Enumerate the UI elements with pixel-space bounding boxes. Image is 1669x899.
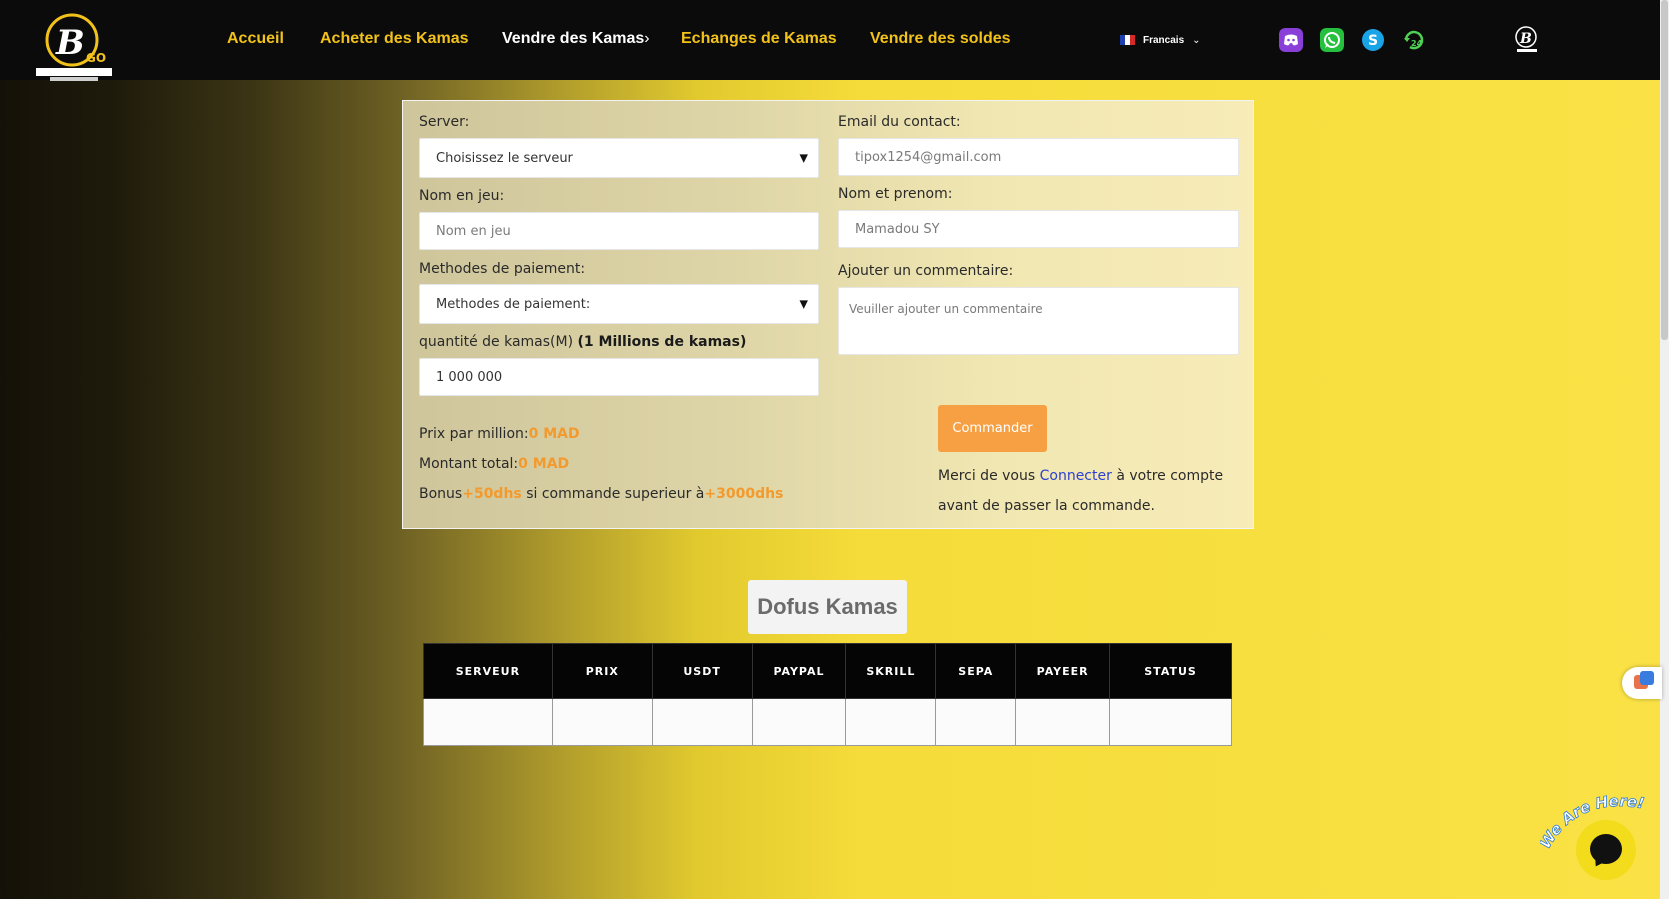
commander-button[interactable]: Commander xyxy=(938,405,1047,452)
quantity-input[interactable]: 1 000 000 xyxy=(419,358,819,396)
email-field[interactable]: tipox1254@gmail.com xyxy=(838,138,1239,176)
login-note-prefix: Merci de vous xyxy=(938,468,1040,484)
empty-cell xyxy=(651,698,753,746)
connect-link[interactable]: Connecter xyxy=(1040,468,1112,484)
chevron-down-icon: ▼ xyxy=(799,297,808,311)
login-note-line2: avant de passer la commande. xyxy=(938,498,1155,514)
nav-accueil[interactable]: Accueil xyxy=(227,30,284,48)
svg-text:B: B xyxy=(1519,31,1532,47)
total-value: 0 MAD xyxy=(518,456,570,472)
quantity-label-unit: (1 Millions de kamas) xyxy=(577,334,747,350)
scrollbar-thumb[interactable] xyxy=(1661,0,1668,340)
price-value: 0 MAD xyxy=(528,426,580,442)
col-header: SERVEUR xyxy=(423,643,553,699)
game-name-label: Nom en jeu: xyxy=(419,188,505,204)
col-header: SKRILL xyxy=(845,643,937,699)
payment-method-value: Methodes de paiement: xyxy=(436,296,591,312)
empty-cell xyxy=(845,698,937,746)
svg-text:24: 24 xyxy=(1411,39,1423,48)
nav-vendre-kamas-label: Vendre des Kamas xyxy=(502,30,645,47)
support-24-icon[interactable]: 24 xyxy=(1402,28,1426,52)
total-amount: Montant total:0 MAD xyxy=(419,456,569,472)
nav-vendre-soldes[interactable]: Vendre des soldes xyxy=(870,30,1011,48)
price-label: Prix par million: xyxy=(419,426,529,442)
language-label: Francais xyxy=(1143,34,1185,46)
fullname-label: Nom et prenom: xyxy=(838,186,953,202)
bonus-middle: si commande superieur à xyxy=(521,486,705,502)
nav-echanges-kamas[interactable]: Echanges de Kamas xyxy=(681,30,837,48)
nav-vendre-kamas[interactable]: Vendre des Kamas› xyxy=(502,30,650,48)
bgo-small-logo-icon[interactable]: B xyxy=(1512,24,1542,54)
empty-cell xyxy=(1109,698,1232,746)
bonus-threshold: +3000dhs xyxy=(704,486,784,502)
kamas-price-table: SERVEUR PRIX USDT PAYPAL SKRILL SEPA PAY… xyxy=(423,643,1232,746)
payment-method-select[interactable]: Methodes de paiement: ▼ xyxy=(419,284,819,324)
login-note: Merci de vous Connecter à votre compte xyxy=(938,468,1223,484)
chat-bubble-icon[interactable] xyxy=(1576,820,1636,880)
empty-cell xyxy=(935,698,1017,746)
comment-textarea[interactable]: Veuiller ajouter un commentaire xyxy=(838,287,1239,355)
svg-text:GO: GO xyxy=(86,51,106,65)
fullname-field[interactable]: Mamadou SY xyxy=(838,210,1239,248)
server-select[interactable]: Choisissez le serveur ▼ xyxy=(419,138,819,178)
price-per-million: Prix par million:0 MAD xyxy=(419,426,580,442)
server-select-value: Choisissez le serveur xyxy=(436,150,573,166)
empty-cell xyxy=(551,698,653,746)
empty-cell xyxy=(1015,698,1111,746)
col-header: PAYEER xyxy=(1015,643,1111,699)
email-label: Email du contact: xyxy=(838,114,961,130)
chevron-down-icon: ▼ xyxy=(799,151,808,165)
comment-label: Ajouter un commentaire: xyxy=(838,263,1014,279)
col-header: STATUS xyxy=(1109,643,1232,699)
col-header: PAYPAL xyxy=(751,643,847,699)
table-header-row: SERVEUR PRIX USDT PAYPAL SKRILL SEPA PAY… xyxy=(423,643,1232,699)
total-label: Montant total: xyxy=(419,456,519,472)
chevron-down-icon: ⌄ xyxy=(1192,34,1201,46)
translate-icon[interactable] xyxy=(1622,667,1662,699)
skype-icon[interactable]: S xyxy=(1361,28,1385,52)
server-label: Server: xyxy=(419,114,470,130)
nav-acheter-kamas[interactable]: Acheter des Kamas xyxy=(320,30,469,48)
empty-cell xyxy=(423,698,553,746)
col-header: SEPA xyxy=(935,643,1017,699)
chevron-right-icon: › xyxy=(644,30,650,47)
col-header: PRIX xyxy=(551,643,653,699)
col-header: USDT xyxy=(651,643,753,699)
france-flag-icon xyxy=(1120,35,1135,45)
game-name-input[interactable]: Nom en jeu xyxy=(419,212,819,250)
svg-text:B: B xyxy=(55,23,85,63)
top-navbar: B GO Accueil Acheter des Kamas Vendre de… xyxy=(0,0,1660,82)
quantity-label: quantité de kamas(M) (1 Millions de kama… xyxy=(419,334,746,350)
whatsapp-icon[interactable] xyxy=(1320,28,1344,52)
bgo-logo[interactable]: B GO xyxy=(36,10,116,82)
login-note-suffix: à votre compte xyxy=(1111,468,1224,484)
quantity-label-text: quantité de kamas(M) xyxy=(419,334,578,350)
language-selector[interactable]: Francais ⌄ xyxy=(1120,33,1201,47)
empty-cell xyxy=(751,698,847,746)
payment-method-label: Methodes de paiement: xyxy=(419,261,586,277)
svg-text:S: S xyxy=(1368,33,1378,49)
bonus-info: Bonus+50dhs si commande superieur à+3000… xyxy=(419,486,783,502)
section-title: Dofus Kamas xyxy=(748,580,907,634)
bonus-prefix: Bonus xyxy=(419,486,463,502)
discord-icon[interactable] xyxy=(1279,28,1303,52)
bonus-amount: +50dhs xyxy=(462,486,522,502)
table-row xyxy=(423,698,1232,746)
